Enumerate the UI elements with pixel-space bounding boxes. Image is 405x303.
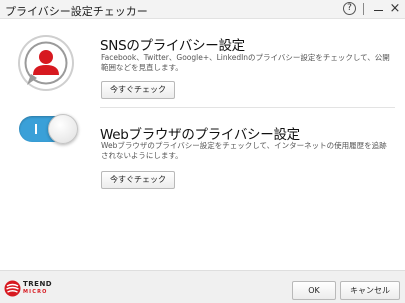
check-sns-button[interactable]: 今すぐチェック — [101, 81, 175, 99]
browser-section-description: Webブラウザのプライバシー設定をチェックして、インターネットの使用履歴を追跡さ… — [101, 141, 387, 160]
section-divider — [100, 107, 395, 108]
ok-button[interactable]: OK — [292, 281, 336, 300]
browser-section-title: Webブラウザのプライバシー設定 — [100, 127, 300, 143]
brand-wordmark: TREND MICRO — [23, 280, 52, 296]
title-bar: プライバシー設定チェッカー ? × — [0, 0, 405, 19]
check-browser-button[interactable]: 今すぐチェック — [101, 171, 175, 189]
cancel-button[interactable]: キャンセル — [340, 281, 400, 300]
minimize-icon[interactable] — [374, 10, 383, 11]
footer: TREND MICRO OK キャンセル — [0, 270, 405, 303]
brand-name: TREND — [23, 280, 53, 288]
title-bar-divider — [363, 3, 364, 15]
sns-section-title: SNSのプライバシー設定 — [100, 38, 245, 54]
toggle-switch-icon[interactable] — [19, 114, 78, 144]
toggle-on-indicator — [35, 124, 37, 134]
person-icon — [18, 35, 74, 91]
toggle-knob — [48, 114, 78, 144]
sns-section-description: Facebook、Twitter、Google+、LinkedInのプライバシー… — [101, 53, 390, 72]
close-icon[interactable]: × — [389, 2, 401, 16]
trend-micro-logo-icon — [4, 280, 21, 297]
help-icon[interactable]: ? — [343, 2, 356, 15]
brand-subname: MICRO — [23, 289, 48, 295]
window-title: プライバシー設定チェッカー — [5, 5, 148, 18]
